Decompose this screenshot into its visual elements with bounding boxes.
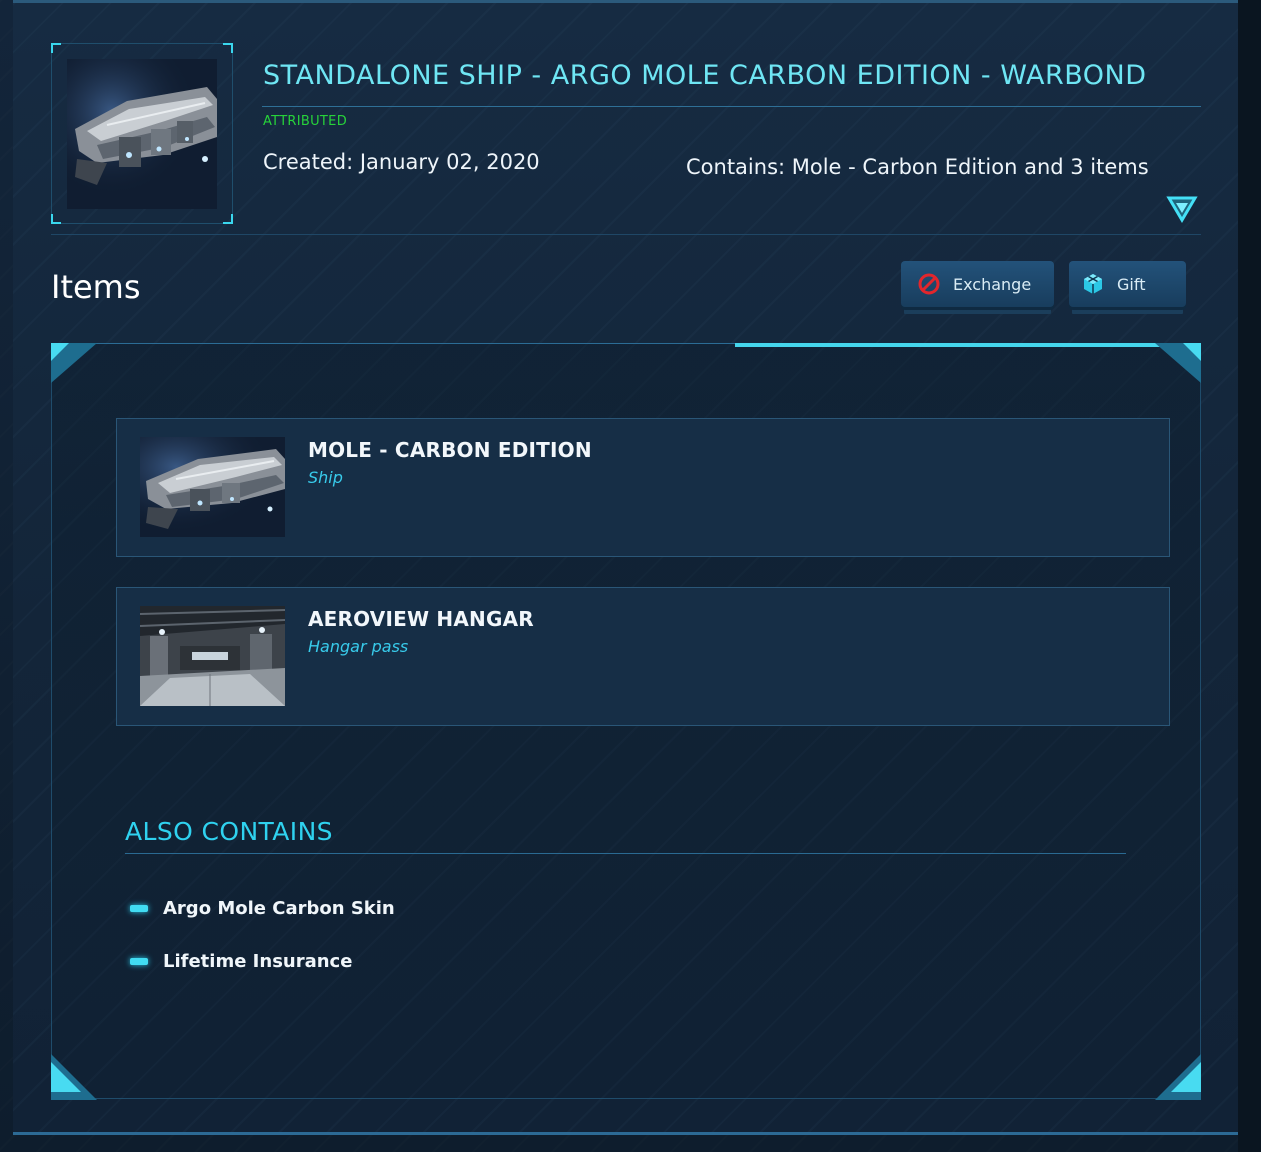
items-heading: Items: [51, 268, 141, 306]
panel-corner-top-left: [51, 343, 97, 383]
also-contains-label: Argo Mole Carbon Skin: [163, 898, 395, 919]
panel-active-indicator: [735, 343, 1200, 347]
page-right-strip: [1238, 0, 1261, 1152]
no-entry-icon: [917, 272, 941, 296]
gift-button[interactable]: Gift: [1069, 261, 1186, 307]
chevron-down-icon: [1166, 196, 1198, 223]
gift-box-icon: [1081, 272, 1105, 296]
panel-corner-bottom-right: [1155, 1054, 1201, 1100]
title-divider: [262, 106, 1201, 107]
ship-thumbnail: [67, 59, 217, 209]
also-contains-item: Argo Mole Carbon Skin: [130, 898, 395, 919]
bullet-icon: [130, 958, 148, 965]
item-card-hangar[interactable]: AEROVIEW HANGAR Hangar pass: [116, 587, 1170, 726]
panel-corner-bottom-left: [51, 1054, 97, 1100]
bullet-icon: [130, 905, 148, 912]
also-contains-heading: ALSO CONTAINS: [125, 817, 333, 846]
item-name: MOLE - CARBON EDITION: [308, 438, 592, 462]
item-name: AEROVIEW HANGAR: [308, 607, 534, 631]
panel-corner-top-right: [1155, 343, 1201, 383]
hangar-thumbnail: [140, 606, 285, 706]
gift-label: Gift: [1117, 274, 1146, 294]
contains-summary: Contains: Mole - Carbon Edition and 3 it…: [686, 155, 1149, 179]
created-date: Created: January 02, 2020: [263, 150, 540, 174]
item-card-mole[interactable]: MOLE - CARBON EDITION Ship: [116, 418, 1170, 557]
status-badge: ATTRIBUTED: [263, 114, 348, 129]
expand-toggle-button[interactable]: [1162, 190, 1202, 228]
pledge-title: STANDALONE SHIP - ARGO MOLE CARBON EDITI…: [263, 60, 1147, 91]
exchange-label: Exchange: [953, 274, 1032, 294]
also-contains-divider: [125, 853, 1126, 854]
item-type: Hangar pass: [308, 637, 409, 656]
ship-thumbnail: [140, 437, 285, 537]
pledge-thumbnail-frame: [51, 43, 233, 224]
item-type: Ship: [308, 468, 343, 487]
exchange-button[interactable]: Exchange: [901, 261, 1054, 307]
header-divider: [51, 234, 1201, 235]
also-contains-label: Lifetime Insurance: [163, 951, 353, 972]
also-contains-item: Lifetime Insurance: [130, 951, 352, 972]
